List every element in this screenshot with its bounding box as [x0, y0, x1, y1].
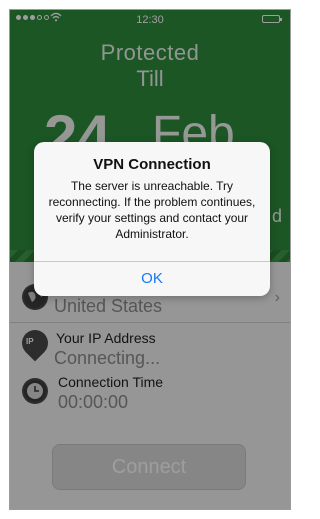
alert-message: The server is unreachable. Try reconnect… — [48, 179, 256, 241]
app-frame: 12:30 Protected Till 24 Feb d United Sta… — [9, 9, 291, 510]
alert-ok-button[interactable]: OK — [34, 262, 270, 296]
alert-title: VPN Connection — [93, 156, 211, 173]
vpn-alert-dialog: VPN Connection The server is unreachable… — [34, 142, 270, 296]
